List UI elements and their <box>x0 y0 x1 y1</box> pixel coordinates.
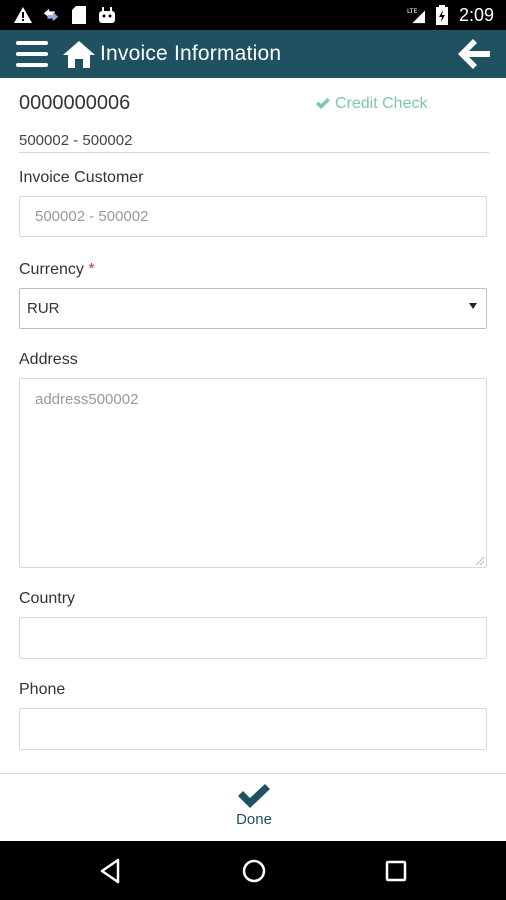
android-icon <box>98 6 116 24</box>
currency-value: RUR <box>27 300 60 317</box>
sd-card-icon <box>70 6 88 24</box>
address-value: address500002 <box>35 391 139 408</box>
credit-check-label: Credit Check <box>335 95 428 112</box>
currency-label: Currency * <box>19 261 95 279</box>
done-label: Done <box>236 811 272 828</box>
status-time: 2:09 <box>458 4 494 25</box>
divider <box>19 152 489 153</box>
resize-handle-icon[interactable] <box>476 557 484 565</box>
app-bar: Invoice Information <box>0 30 506 78</box>
bottom-action-bar: Done <box>0 773 506 842</box>
signal-icon: LTE <box>407 6 425 24</box>
country-label: Country <box>19 590 76 607</box>
status-bar: LTE 2:09 <box>0 0 506 30</box>
currency-select[interactable]: RUR <box>19 288 487 329</box>
menu-icon[interactable] <box>16 41 48 67</box>
required-mark: * <box>88 261 95 278</box>
phone-field[interactable] <box>19 708 487 750</box>
check-icon <box>316 98 330 109</box>
done-button[interactable]: Done <box>223 784 285 828</box>
battery-icon <box>433 5 451 25</box>
home-icon[interactable] <box>62 39 96 69</box>
page-title: Invoice Information <box>100 42 282 65</box>
network-label: LTE <box>407 8 417 15</box>
credit-check-link[interactable]: Credit Check <box>316 95 427 113</box>
dropdown-caret-icon <box>469 303 477 309</box>
checkmark-icon <box>238 784 270 808</box>
nav-recents-icon[interactable] <box>381 856 411 886</box>
back-arrow-icon[interactable] <box>458 39 490 69</box>
invoice-number: 0000000006 <box>19 92 131 114</box>
address-textarea[interactable]: address500002 <box>19 378 487 568</box>
invoice-customer-value: 500002 - 500002 <box>35 208 149 225</box>
country-field[interactable] <box>19 617 487 659</box>
invoice-customer-field[interactable]: 500002 - 500002 <box>19 196 487 237</box>
nav-home-icon[interactable] <box>239 856 269 886</box>
phone-label: Phone <box>19 681 66 698</box>
nav-back-icon[interactable] <box>96 856 126 886</box>
currency-label-text: Currency <box>19 261 84 278</box>
system-nav-bar <box>0 841 506 900</box>
transfer-icon <box>42 6 60 24</box>
address-label: Address <box>19 351 78 368</box>
warning-icon <box>14 6 32 24</box>
invoice-customer-label: Invoice Customer <box>19 169 144 186</box>
customer-subtitle: 500002 - 500002 <box>19 132 133 149</box>
